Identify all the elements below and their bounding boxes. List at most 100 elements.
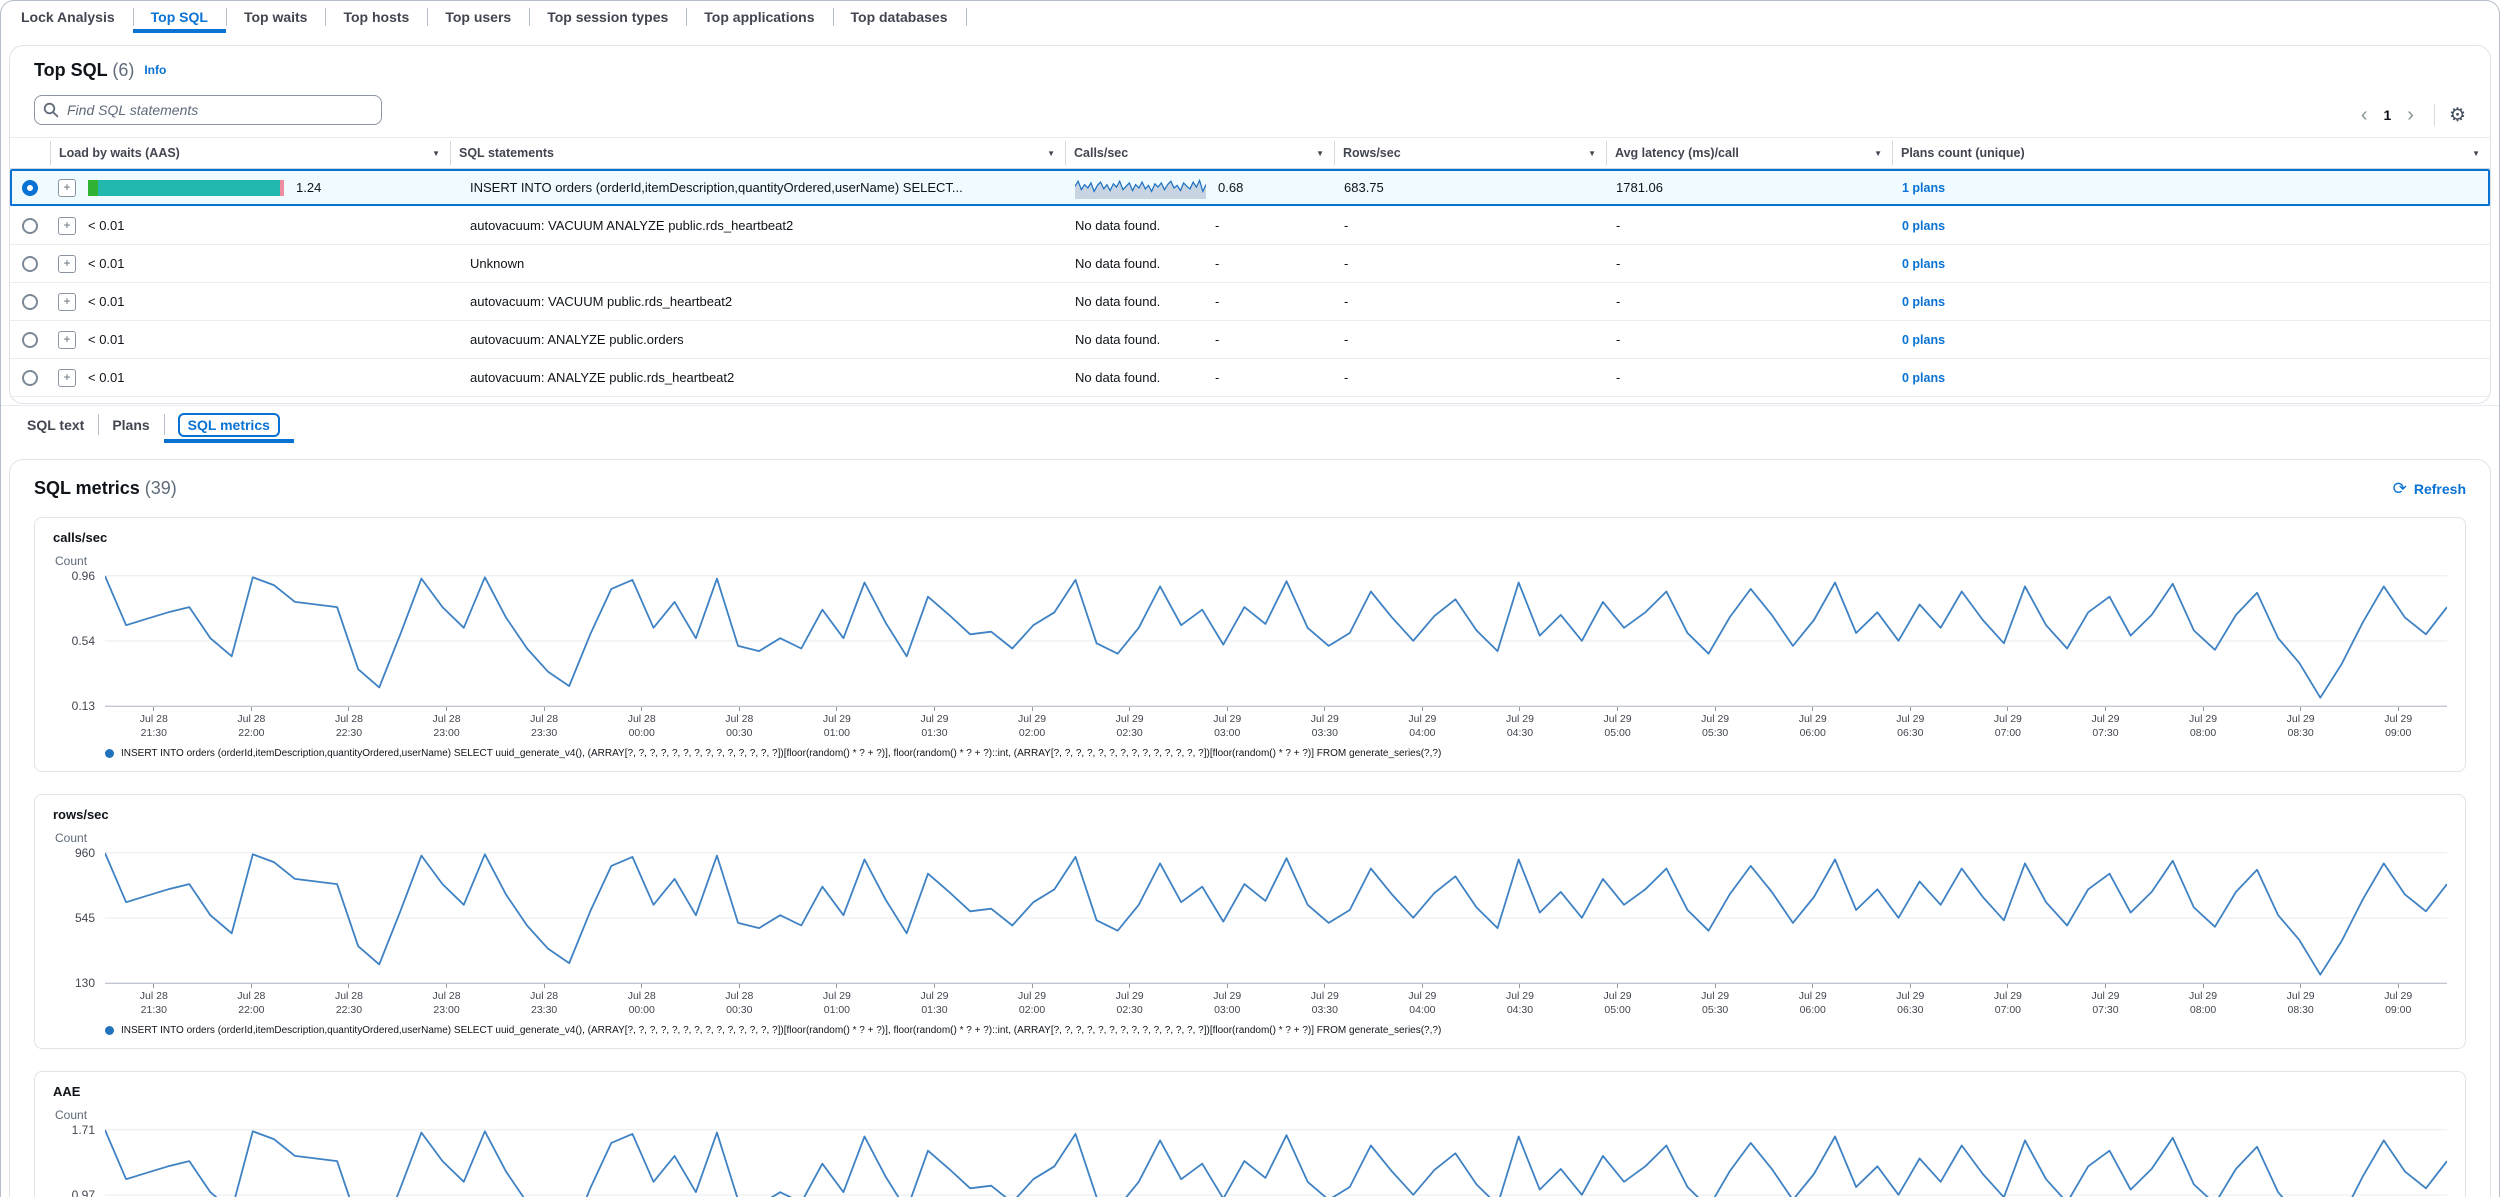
sql-statement-link[interactable]: autovacuum: VACUUM ANALYZE public.rds_he… [460, 218, 793, 233]
calls-value: - [1215, 294, 1219, 309]
column-header-load: Load by waits (AAS)▼ [50, 141, 450, 165]
chart-calls-per-sec: calls/sec Count 0.960.540.13 Jul 2821:30… [34, 517, 2466, 772]
filter-caret-icon[interactable]: ▼ [2470, 147, 2482, 160]
tab-sql-text[interactable]: SQL text [13, 406, 98, 443]
chart-y-axis-label: Count [55, 1108, 2447, 1122]
latency-value: - [1606, 370, 1892, 385]
row-radio[interactable] [22, 218, 38, 234]
top-tab-bar: Lock Analysis Top SQL Top waits Top host… [1, 1, 2499, 33]
latency-value: - [1606, 332, 1892, 347]
performance-insights-page: Lock Analysis Top SQL Top waits Top host… [0, 0, 2500, 1197]
table-header-row: Load by waits (AAS)▼ SQL statements▼ Cal… [10, 137, 2490, 169]
calls-value: - [1215, 256, 1219, 271]
load-value: 1.24 [296, 180, 321, 195]
bar-segment-pink [280, 180, 284, 196]
filter-caret-icon[interactable]: ▼ [1872, 147, 1884, 160]
tab-top-users[interactable]: Top users [427, 1, 529, 33]
sql-statement-link[interactable]: autovacuum: VACUUM public.rds_heartbeat2 [460, 294, 732, 309]
filter-caret-icon[interactable]: ▼ [430, 147, 442, 160]
bar-segment-green [88, 180, 98, 196]
next-page-button[interactable]: › [2401, 105, 2420, 125]
sql-statement-link[interactable]: Unknown [460, 256, 524, 271]
expand-row-icon[interactable]: + [58, 179, 76, 197]
row-radio[interactable] [22, 256, 38, 272]
plans-count-link[interactable]: 0 plans [1902, 371, 1945, 385]
chart-y-axis-label: Count [55, 831, 2447, 845]
plans-count-link[interactable]: 0 plans [1902, 257, 1945, 271]
selection-column-header [10, 141, 50, 165]
x-axis-labels: Jul 2821:30Jul 2822:00Jul 2822:30Jul 282… [105, 984, 2447, 1018]
latency-value: - [1606, 294, 1892, 309]
calls-value: - [1215, 332, 1219, 347]
chart-legend: INSERT INTO orders (orderId,itemDescript… [105, 1025, 2447, 1036]
refresh-button[interactable]: ⟳Refresh [2393, 480, 2466, 497]
top-sql-title: Top SQL (6)Info [34, 60, 166, 81]
info-link[interactable]: Info [144, 63, 166, 77]
sql-metrics-panel: SQL metrics (39) ⟳Refresh calls/sec Coun… [9, 459, 2491, 1197]
chart-plot-area [105, 575, 2447, 707]
search-icon [43, 102, 59, 118]
series-color-dot [105, 1026, 114, 1035]
expand-row-icon[interactable]: + [58, 293, 76, 311]
chart-title: AAE [53, 1084, 2447, 1099]
table-row[interactable]: + < 0.01 autovacuum: ANALYZE public.order… [10, 321, 2490, 359]
sql-statement-link[interactable]: autovacuum: ANALYZE public.rds_heartbeat… [460, 370, 734, 385]
series-color-dot [105, 749, 114, 758]
rows-sec-value: - [1334, 256, 1606, 271]
current-page-number[interactable]: 1 [2379, 107, 2395, 123]
expand-row-icon[interactable]: + [58, 217, 76, 235]
expand-row-icon[interactable]: + [58, 255, 76, 273]
no-data-text: No data found. [1075, 218, 1215, 233]
table-row[interactable]: +< 0.01 Unknown No data found.- - - 0 pl… [10, 245, 2490, 283]
calls-value: - [1215, 218, 1219, 233]
load-value: < 0.01 [88, 332, 125, 347]
table-row[interactable]: + 1.24 INSERT INTO orders (orderId,itemD… [10, 169, 2490, 207]
y-axis-ticks: 1.710.97 [53, 1129, 105, 1197]
tab-top-sql[interactable]: Top SQL [133, 1, 226, 33]
rows-sec-value: - [1334, 332, 1606, 347]
plans-count-link[interactable]: 1 plans [1902, 181, 1945, 195]
chart-title: calls/sec [53, 530, 2447, 545]
table-row[interactable]: +< 0.01 autovacuum: ANALYZE public.rds_h… [10, 359, 2490, 397]
tab-plans[interactable]: Plans [98, 406, 163, 443]
no-data-text: No data found. [1075, 256, 1215, 271]
chart-title: rows/sec [53, 807, 2447, 822]
row-radio[interactable] [22, 294, 38, 310]
table-row[interactable]: +< 0.01 autovacuum: VACUUM public.rds_he… [10, 283, 2490, 321]
previous-page-button[interactable]: ‹ [2355, 105, 2374, 125]
tab-lock-analysis[interactable]: Lock Analysis [3, 1, 133, 33]
load-value: < 0.01 [88, 218, 125, 233]
filter-caret-icon[interactable]: ▼ [1314, 147, 1326, 160]
table-row[interactable]: + < 0.01 autovacuum: VACUUM ANALYZE publi… [10, 207, 2490, 245]
rows-sec-value: - [1334, 218, 1606, 233]
tab-top-session-types[interactable]: Top session types [529, 1, 686, 33]
chart-plot-area [105, 852, 2447, 984]
legend-text: INSERT INTO orders (orderId,itemDescript… [121, 1025, 1441, 1036]
expand-row-icon[interactable]: + [58, 369, 76, 387]
top-sql-count: (6) [112, 60, 134, 80]
tab-sql-metrics[interactable]: SQL metrics [164, 406, 294, 443]
row-radio-selected[interactable] [22, 180, 38, 196]
calls-sparkline [1075, 177, 1206, 199]
sql-metrics-count: (39) [145, 478, 177, 498]
tab-top-applications[interactable]: Top applications [686, 1, 832, 33]
filter-caret-icon[interactable]: ▼ [1045, 147, 1057, 160]
sql-statement-link[interactable]: autovacuum: ANALYZE public.orders [460, 332, 684, 347]
settings-gear-icon[interactable]: ⚙ [2449, 106, 2466, 125]
expand-row-icon[interactable]: + [58, 331, 76, 349]
no-data-text: No data found. [1075, 332, 1215, 347]
search-input[interactable] [34, 95, 382, 125]
plans-count-link[interactable]: 0 plans [1902, 333, 1945, 347]
tab-top-databases[interactable]: Top databases [833, 1, 966, 33]
y-axis-ticks: 0.960.540.13 [53, 575, 105, 707]
plans-count-link[interactable]: 0 plans [1902, 295, 1945, 309]
latency-value: 1781.06 [1606, 180, 1892, 195]
tab-top-waits[interactable]: Top waits [226, 1, 326, 33]
filter-caret-icon[interactable]: ▼ [1586, 147, 1598, 160]
sql-statement-link[interactable]: INSERT INTO orders (orderId,itemDescript… [460, 180, 963, 195]
load-by-waits-bar [88, 180, 284, 196]
row-radio[interactable] [22, 370, 38, 386]
row-radio[interactable] [22, 332, 38, 348]
tab-top-hosts[interactable]: Top hosts [325, 1, 427, 33]
plans-count-link[interactable]: 0 plans [1902, 219, 1945, 233]
